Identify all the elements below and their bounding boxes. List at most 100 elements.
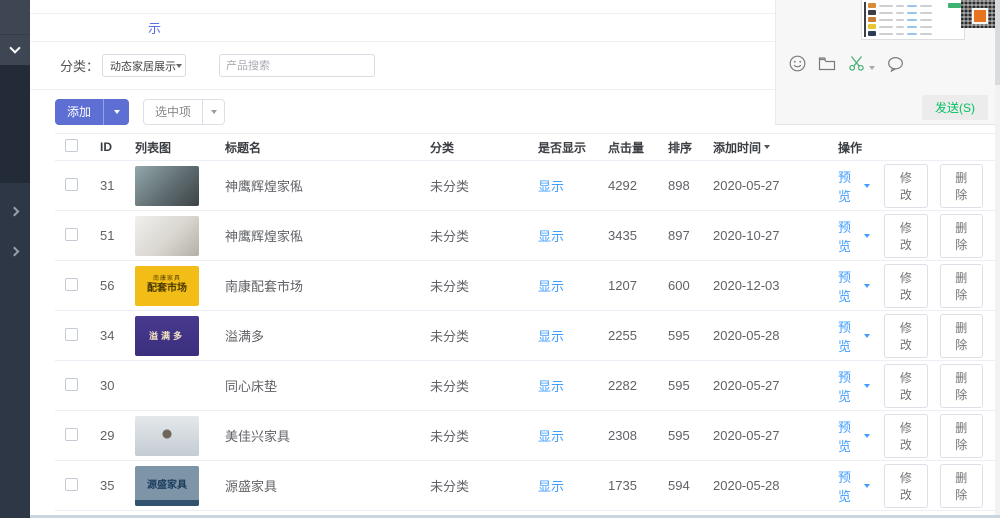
row-thumbnail-image[interactable]: 源盛家具 — [135, 466, 199, 506]
preview-dropdown-link[interactable]: 预览 — [838, 317, 870, 355]
message-icon[interactable] — [887, 56, 904, 72]
row-checkbox[interactable] — [65, 378, 78, 391]
thumbnail-caption: 溢满多 — [149, 330, 185, 342]
row-visible-toggle[interactable]: 显示 — [538, 429, 564, 444]
delete-button[interactable]: 删除 — [940, 214, 983, 258]
select-all-checkbox[interactable] — [65, 139, 78, 152]
row-thumbnail-image[interactable] — [135, 366, 199, 406]
sidebar-collapse-button[interactable] — [0, 35, 30, 65]
screenshot-icon[interactable] — [848, 55, 865, 72]
row-checkbox[interactable] — [65, 328, 78, 341]
scrollbar-thumb[interactable] — [995, 0, 1000, 85]
product-search-box — [219, 54, 375, 77]
row-id: 31 — [100, 178, 135, 193]
row-title: 美佳兴家具 — [225, 426, 430, 445]
delete-button[interactable]: 删除 — [940, 364, 983, 408]
chevron-down-icon[interactable] — [869, 66, 875, 70]
row-visible-toggle[interactable]: 显示 — [538, 179, 564, 194]
header-created-sortable[interactable]: 添加时间 — [713, 139, 770, 156]
row-clicks: 4292 — [608, 178, 668, 193]
table-header-row: ID 列表图 标题名 分类 是否显示 点击量 排序 添加时间 操作 — [55, 134, 995, 161]
preview-dropdown-link[interactable]: 预览 — [838, 267, 870, 305]
thumbnail-caption-top: 南康家具 — [153, 276, 181, 283]
row-created-date: 2020-12-03 — [713, 278, 838, 293]
row-checkbox[interactable] — [65, 478, 78, 491]
row-created-date: 2020-05-28 — [713, 478, 838, 493]
header-thumbnail: 列表图 — [135, 139, 225, 156]
preview-dropdown-link[interactable]: 预览 — [838, 467, 870, 505]
selected-dropdown-button[interactable] — [202, 100, 224, 124]
row-visible-toggle[interactable]: 显示 — [538, 379, 564, 394]
delete-button[interactable]: 删除 — [940, 414, 983, 458]
delete-button[interactable]: 删除 — [940, 464, 983, 508]
chevron-down-icon — [864, 184, 870, 188]
row-checkbox[interactable] — [65, 428, 78, 441]
preview-dropdown-link[interactable]: 预览 — [838, 167, 870, 205]
chevron-down-icon — [864, 434, 870, 438]
emoji-icon[interactable] — [789, 55, 806, 72]
preview-label: 预览 — [838, 467, 860, 505]
sidebar-header — [0, 0, 30, 35]
category-select[interactable]: 动态家居展示 — [102, 54, 186, 77]
preview-dropdown-link[interactable]: 预览 — [838, 417, 870, 455]
preview-dropdown-link[interactable]: 预览 — [838, 367, 870, 405]
thumbnail-caption: 配套市场 — [147, 283, 187, 295]
delete-button[interactable]: 删除 — [940, 264, 983, 308]
row-thumbnail-image[interactable]: 溢满多 — [135, 316, 199, 356]
edit-button[interactable]: 修改 — [884, 264, 927, 308]
selected-items-button[interactable]: 选中项 — [144, 100, 202, 124]
header-visible: 是否显示 — [538, 139, 608, 156]
edit-button[interactable]: 修改 — [884, 364, 927, 408]
row-checkbox[interactable] — [65, 228, 78, 241]
row-thumbnail-image[interactable]: 南康家具 配套市场 — [135, 266, 199, 306]
edit-button[interactable]: 修改 — [884, 214, 927, 258]
preview-label: 预览 — [838, 217, 860, 255]
edit-button[interactable]: 修改 — [884, 164, 927, 208]
add-dropdown-button[interactable] — [103, 99, 129, 125]
chevron-right-icon[interactable] — [10, 247, 20, 257]
thumbnail-caption: 源盛家具 — [147, 480, 187, 492]
row-checkbox[interactable] — [65, 178, 78, 191]
edit-button[interactable]: 修改 — [884, 314, 927, 358]
preview-label: 预览 — [838, 167, 860, 205]
row-thumbnail-image[interactable] — [135, 216, 199, 256]
row-visible-toggle[interactable]: 显示 — [538, 229, 564, 244]
row-checkbox[interactable] — [65, 278, 78, 291]
chevron-down-icon — [211, 110, 217, 114]
chat-input-panel: 发送(S) — [775, 0, 995, 125]
header-id: ID — [100, 140, 135, 154]
send-button[interactable]: 发送(S) — [922, 95, 988, 120]
preview-dropdown-link[interactable]: 预览 — [838, 217, 870, 255]
table-row: 30 同心床垫 未分类 显示 2282 595 2020-05-27 — [55, 361, 995, 411]
row-visible-toggle[interactable]: 显示 — [538, 329, 564, 344]
row-id: 56 — [100, 278, 135, 293]
row-visible-toggle[interactable]: 显示 — [538, 279, 564, 294]
folder-icon[interactable] — [818, 56, 836, 71]
add-split-button: 添加 — [55, 99, 129, 125]
tab-display[interactable]: 示 — [148, 18, 161, 37]
row-sort-value: 595 — [668, 428, 713, 443]
vertical-scrollbar[interactable] — [995, 0, 1000, 518]
row-clicks: 3435 — [608, 228, 668, 243]
header-actions: 操作 — [838, 139, 995, 156]
category-filter-label: 分类： — [60, 56, 99, 75]
add-button[interactable]: 添加 — [55, 99, 103, 125]
row-category: 未分类 — [430, 226, 538, 245]
delete-button[interactable]: 删除 — [940, 314, 983, 358]
edit-button[interactable]: 修改 — [884, 464, 927, 508]
row-title: 源盛家具 — [225, 476, 430, 495]
search-input[interactable] — [226, 60, 368, 72]
row-thumbnail-image[interactable] — [135, 166, 199, 206]
row-clicks: 2308 — [608, 428, 668, 443]
chevron-right-icon[interactable] — [10, 207, 20, 217]
preview-label: 预览 — [838, 267, 860, 305]
products-table: ID 列表图 标题名 分类 是否显示 点击量 排序 添加时间 操作 31 — [55, 133, 995, 511]
row-category: 未分类 — [430, 276, 538, 295]
chat-image-preview[interactable] — [861, 0, 965, 40]
table-row: 31 神鹰辉煌家俬 未分类 显示 4292 898 2020-05-27 — [55, 161, 995, 211]
edit-button[interactable]: 修改 — [884, 414, 927, 458]
delete-button[interactable]: 删除 — [940, 164, 983, 208]
row-visible-toggle[interactable]: 显示 — [538, 479, 564, 494]
row-thumbnail-image[interactable] — [135, 416, 199, 456]
row-created-date: 2020-05-27 — [713, 428, 838, 443]
